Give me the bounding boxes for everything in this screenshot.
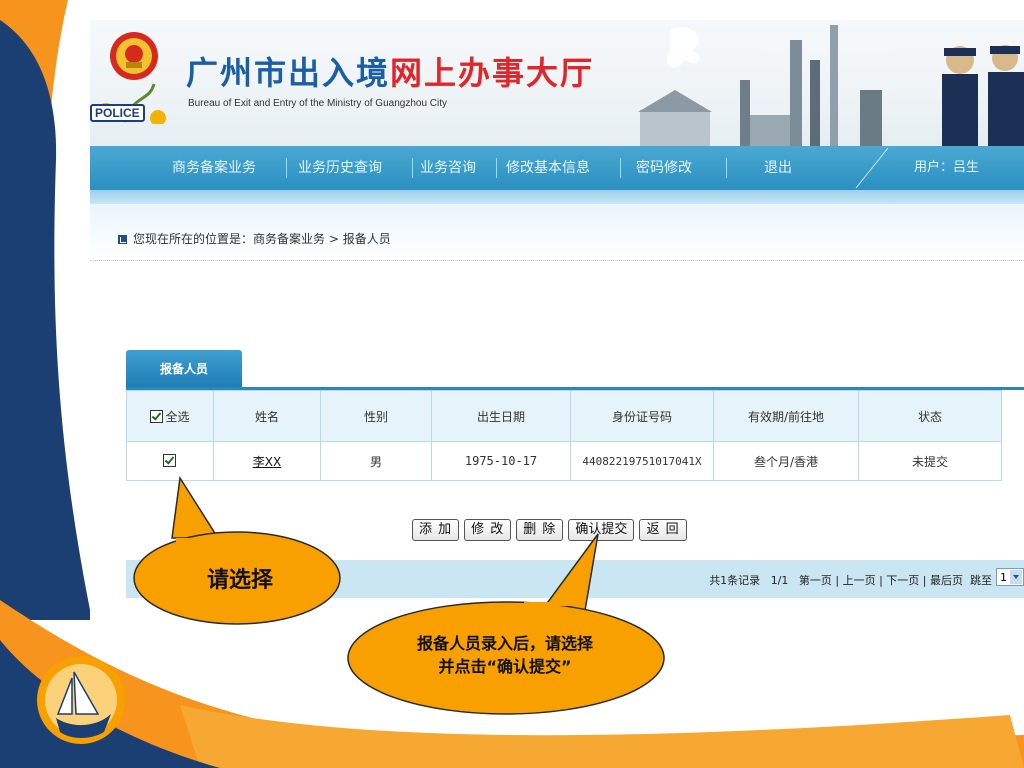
callout-select-bubble: [171, 475, 220, 539]
callout-confirm-text: 报备人员录入后，请选择 并点击“确认提交”: [360, 632, 650, 678]
callout-select-text: 请选择: [206, 568, 273, 593]
callout-confirm-line2: 并点击“确认提交”: [438, 657, 572, 676]
callout-confirm-line1: 报备人员录入后，请选择: [416, 634, 593, 653]
